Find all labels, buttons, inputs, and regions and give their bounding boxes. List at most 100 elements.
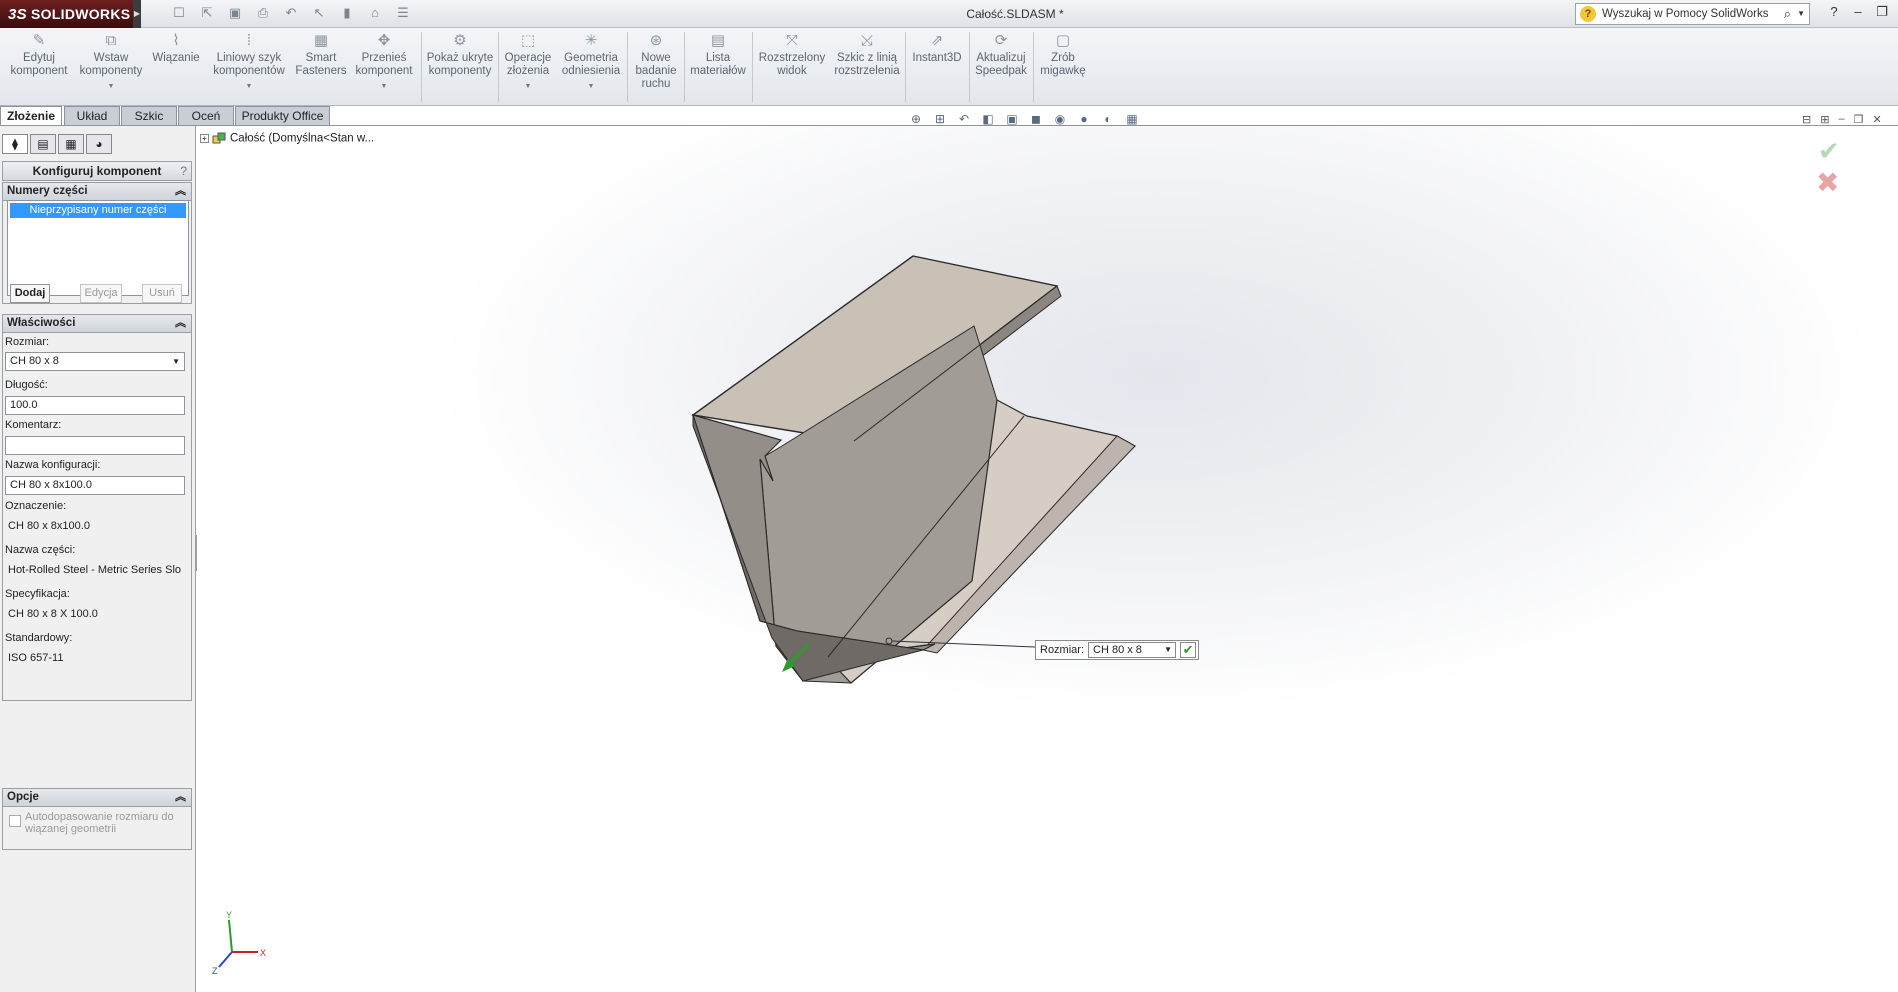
list-item[interactable]: Nieprzypisany numer części [10,203,186,218]
viewport-restore-icon[interactable]: ❐ [1854,113,1864,126]
show-hidden-components-button[interactable]: ⚙ Pokaż ukryte komponenty [424,32,496,78]
assembly-features-label: Operacje złożenia [504,52,552,77]
apply-scene-icon[interactable]: ◐ [1100,112,1116,126]
configuration-name-field[interactable]: CH 80 x 8x100.0 [5,476,185,495]
minimize-icon[interactable]: – [1850,4,1866,20]
triad-y-label: Y [226,910,232,920]
linear-pattern-icon: ⁞ [246,32,252,49]
chevron-down-icon[interactable]: ▼ [558,80,624,93]
move-component-button[interactable]: ✥ Przenieś komponent ▼ [350,32,418,93]
comment-field[interactable] [5,436,185,455]
viewport-minimize-icon[interactable]: – [1838,113,1844,126]
configuration-name-label: Nazwa konfiguracji: [5,459,101,471]
chevron-down-icon[interactable]: ▼ [1164,643,1172,657]
tab-layout[interactable]: Układ [64,106,120,126]
bill-of-materials-button[interactable]: ▤ Lista materiałów [686,32,750,78]
chevron-down-icon[interactable]: ▼ [76,80,146,93]
split-vertical-icon[interactable]: ⊞ [1820,113,1829,126]
add-button[interactable]: Dodaj [10,284,50,303]
move-component-icon: ✥ [377,32,391,49]
split-view-icon[interactable]: ⊟ [1802,113,1811,126]
reference-geometry-button[interactable]: ✳ Geometria odniesienia ▼ [558,32,624,93]
new-motion-study-button[interactable]: ⊛ Nowe badanie ruchu [630,32,682,91]
smart-fasteners-icon: ▦ [313,32,329,49]
collapse-chevron-icon[interactable]: ︽ [175,789,186,806]
collapse-chevron-icon[interactable]: ︽ [175,315,186,332]
linear-pattern-button[interactable]: ⁞ Liniowy szyk komponentów ▼ [206,32,292,93]
tab-evaluate[interactable]: Oceń [178,106,234,126]
edit-component-button[interactable]: ✎ Edytuj komponent [4,32,74,78]
search-icon[interactable]: ⌕ [1784,4,1791,24]
options-header[interactable]: Opcje ︽ [3,789,191,807]
mate-label: Wiązanie [152,52,200,64]
tab-office-products[interactable]: Produkty Office [235,106,330,126]
ribbon-separator [421,32,422,102]
assembly-features-button[interactable]: ⬚ Operacje złożenia ▼ [500,32,556,93]
confirmation-ok-icon[interactable]: ✔ [1818,136,1840,167]
callout-size-select[interactable]: CH 80 x 8 ▼ [1088,642,1177,658]
section-view-icon[interactable]: ◧ [980,112,996,126]
help-search-input[interactable]: ? Wyszukaj w Pomocy SolidWorks ⌕ ▼ [1575,3,1810,25]
size-select[interactable]: CH 80 x 8 ▼ [5,352,185,371]
length-field[interactable]: 100.0 [5,396,185,415]
collapse-chevron-icon[interactable]: ︽ [175,183,186,200]
zoom-area-icon[interactable]: ⊞ [932,112,948,126]
chevron-down-icon[interactable]: ▼ [500,80,556,93]
zoom-to-fit-icon[interactable]: ⊕ [908,112,924,126]
properties-header[interactable]: Właściwości ︽ [3,315,191,333]
tab-assembly[interactable]: Złożenie [0,106,62,126]
motion-study-icon: ⊛ [649,32,663,49]
viewport-close-icon[interactable]: ✕ [1872,113,1881,126]
mate-button[interactable]: ⌇ Wiązanie [148,32,204,65]
edit-component-label: Edytuj komponent [10,52,68,77]
insert-components-button[interactable]: ⧉ Wstaw komponenty ▼ [76,32,146,93]
hide-show-items-icon[interactable]: ◉ [1052,112,1068,126]
part-numbers-header[interactable]: Numery części ︽ [3,183,191,201]
chevron-down-icon[interactable]: ▼ [206,80,292,93]
callout-accept-check-icon[interactable]: ✔ [1180,642,1197,658]
remove-button[interactable]: Usuń [142,284,182,303]
chevron-down-icon[interactable]: ▼ [172,353,180,370]
instant3d-button[interactable]: ⇗ Instant3D [907,32,967,65]
display-style-icon[interactable]: ◼ [1028,112,1044,126]
configuration-manager-tab-icon[interactable]: ▦ [58,134,84,154]
insert-components-label: Wstaw komponenty [79,52,143,77]
update-speedpak-button[interactable]: ⟳ Aktualizuj Speedpak [971,32,1031,78]
explode-line-sketch-icon: ⤩ [860,32,873,49]
graphics-area[interactable]: Y X Z [197,126,1898,992]
take-snapshot-button[interactable]: ▢ Zrób migawkę [1035,32,1091,78]
properties-header-text: Właściwości [7,317,76,329]
restore-icon[interactable]: ❐ [1874,4,1890,20]
part-numbers-list[interactable]: Nieprzypisany numer części [7,200,189,296]
edit-appearance-icon[interactable]: ● [1076,112,1092,126]
previous-view-icon[interactable]: ↶ [956,112,972,126]
triad-y-axis [228,919,233,953]
auto-fit-label: Autodopasowanie rozmiaru do wiązanej geo… [25,811,174,835]
model-canvas: Y X Z [212,255,1136,976]
help-icon[interactable]: ? [180,162,187,180]
display-manager-tab-icon[interactable]: ◕ [86,134,112,154]
exploded-view-button[interactable]: ⤧ Rozstrzelony widok [754,32,830,78]
feature-tree-flyout[interactable]: + Całość (Domyślna<Stan w... [200,132,374,145]
reference-geometry-label: Geometria odniesienia [561,52,621,77]
standard-label: Standardowy: [5,632,73,644]
explode-line-sketch-label: Szkic z linią rozstrzelenia [834,52,900,77]
ribbon-separator [752,32,753,102]
chevron-down-icon[interactable]: ▼ [1797,4,1805,24]
auto-fit-checkbox[interactable] [9,815,21,827]
snapshot-icon: ▢ [1055,32,1071,49]
feature-manager-tab-icon[interactable]: ⧫ [2,134,28,154]
view-settings-icon[interactable]: ▦ [1124,112,1140,126]
insert-components-icon: ⧉ [105,32,117,49]
confirmation-cancel-icon[interactable]: ✖ [1816,166,1839,199]
help-menu-icon[interactable]: ? [1826,4,1842,20]
update-speedpak-label: Aktualizuj Speedpak [975,52,1027,77]
chevron-down-icon[interactable]: ▼ [350,80,418,93]
tab-sketch[interactable]: Szkic [121,106,177,126]
explode-line-sketch-button[interactable]: ⤩ Szkic z linią rozstrzelenia [832,32,902,78]
edit-button[interactable]: Edycja [80,284,122,303]
expand-icon[interactable]: + [200,134,209,143]
smart-fasteners-button[interactable]: ▦ Smart Fasteners [294,32,348,78]
view-orientation-icon[interactable]: ▣ [1004,112,1020,126]
property-manager-tab-icon[interactable]: ▤ [30,134,56,154]
